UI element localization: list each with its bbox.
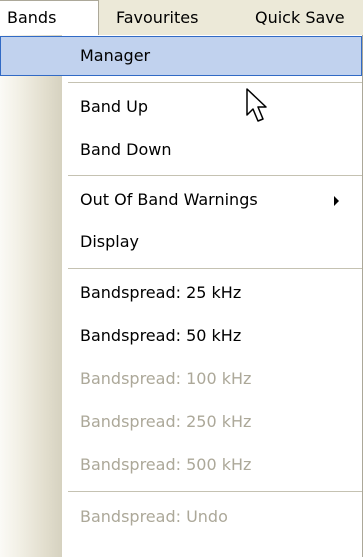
menu-quick-save[interactable]: Quick Save [255, 0, 345, 35]
menu-item-label: Band Up [80, 97, 149, 116]
bands-dropdown-menu: Manager Band Up Band Down Out Of Band Wa… [0, 35, 363, 557]
menu-item-label: Out Of Band Warnings [80, 190, 258, 209]
menu-favourites[interactable]: Favourites [116, 0, 198, 35]
menu-item-band-down[interactable]: Band Down [0, 130, 362, 170]
menu-item-bandspread-100: Bandspread: 100 kHz [0, 359, 362, 399]
menu-item-label: Bandspread: Undo [80, 507, 228, 526]
menu-item-label: Display [80, 232, 139, 251]
mouse-pointer-icon [246, 88, 267, 122]
menu-item-band-up[interactable]: Band Up [0, 87, 362, 127]
menu-item-manager[interactable]: Manager [0, 36, 362, 76]
menu-separator [68, 268, 362, 269]
menu-item-display[interactable]: Display [0, 222, 362, 262]
menu-separator [68, 491, 362, 492]
menu-item-label: Manager [80, 46, 151, 65]
menu-item-bandspread-250: Bandspread: 250 kHz [0, 402, 362, 442]
menu-item-label: Bandspread: 50 kHz [80, 326, 242, 345]
submenu-arrow-icon [334, 196, 339, 206]
menu-bands[interactable]: Bands [0, 0, 99, 35]
menu-separator [68, 82, 362, 83]
menu-separator [68, 175, 362, 176]
menu-item-bandspread-undo: Bandspread: Undo [0, 497, 362, 537]
menu-item-bandspread-500: Bandspread: 500 kHz [0, 445, 362, 485]
menu-item-label: Bandspread: 100 kHz [80, 369, 252, 388]
menu-item-label: Bandspread: 250 kHz [80, 412, 252, 431]
menu-item-bandspread-25[interactable]: Bandspread: 25 kHz [0, 273, 362, 313]
menu-item-out-of-band-warnings[interactable]: Out Of Band Warnings [0, 180, 362, 220]
menu-item-label: Bandspread: 500 kHz [80, 455, 252, 474]
menu-bar: Bands Favourites Quick Save [0, 0, 363, 35]
menu-item-bandspread-50[interactable]: Bandspread: 50 kHz [0, 316, 362, 356]
menu-item-label: Band Down [80, 140, 172, 159]
menu-item-label: Bandspread: 25 kHz [80, 283, 242, 302]
